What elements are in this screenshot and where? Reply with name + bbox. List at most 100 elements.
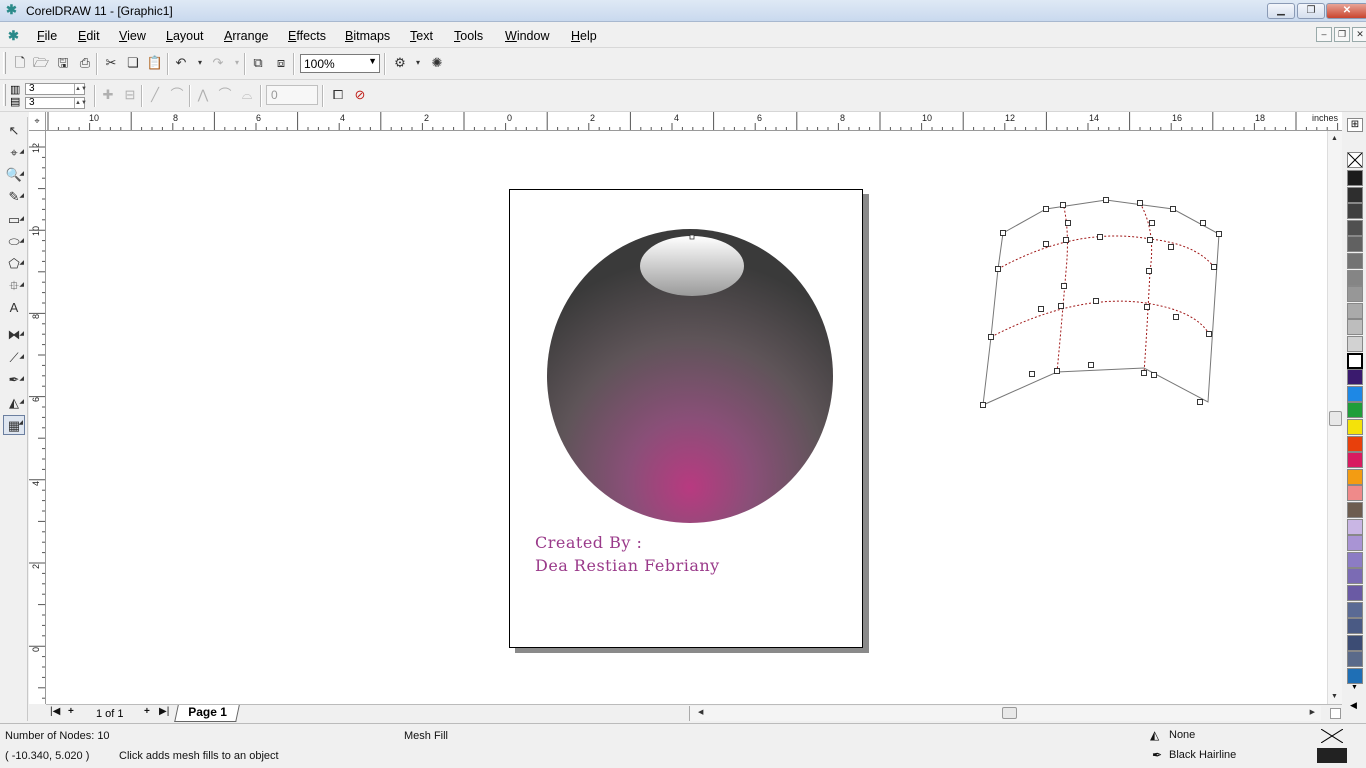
toolbar-grip[interactable] xyxy=(3,52,6,74)
palette-swatch[interactable] xyxy=(1347,302,1363,319)
palette-swatch[interactable] xyxy=(1347,634,1363,651)
pick-tool-icon[interactable]: ↖ xyxy=(3,121,25,141)
zoom-level-select[interactable]: 100% ▼ xyxy=(300,54,380,73)
first-page-button[interactable]: |◀ xyxy=(50,706,60,717)
corel-online-icon[interactable]: ✺ xyxy=(427,53,447,73)
fill-tool-icon[interactable]: ◭ ◢ xyxy=(3,393,25,413)
mesh-node[interactable] xyxy=(1197,399,1203,405)
palette-swatch[interactable] xyxy=(1347,219,1363,236)
import-icon[interactable]: ⧉ xyxy=(248,53,268,73)
drawing-canvas[interactable]: Created By : Dea Restian Febriany xyxy=(46,131,1327,704)
sphere-highlight[interactable] xyxy=(640,236,744,296)
menu-bitmaps[interactable]: Bitmaps xyxy=(345,29,390,43)
eyedropper-tool-icon[interactable]: ⟋ ◢ xyxy=(3,348,25,368)
mesh-node[interactable] xyxy=(1061,283,1067,289)
credit-text[interactable]: Created By : Dea Restian Febriany xyxy=(535,531,720,577)
mesh-node[interactable] xyxy=(1038,306,1044,312)
convert-to-line-icon[interactable]: ╱ xyxy=(145,85,165,105)
navigator-button[interactable] xyxy=(1330,708,1341,719)
mesh-node[interactable] xyxy=(1065,220,1071,226)
add-page-after-button[interactable]: + xyxy=(144,706,150,717)
palette-swatch[interactable] xyxy=(1347,518,1363,535)
menu-arrange[interactable]: Arrange xyxy=(224,29,268,43)
close-button[interactable]: ✕ xyxy=(1326,3,1366,19)
mesh-node[interactable] xyxy=(1147,237,1153,243)
mesh-node[interactable] xyxy=(1103,197,1109,203)
open-icon[interactable]: 🗁 xyxy=(31,53,51,73)
mesh-node[interactable] xyxy=(1063,237,1069,243)
palette-swatch[interactable] xyxy=(1347,585,1363,601)
mesh-node[interactable] xyxy=(1093,298,1099,304)
scroll-left-icon[interactable]: ◀ xyxy=(698,708,703,716)
cut-icon[interactable]: ✂ xyxy=(101,53,121,73)
page-tab[interactable]: Page 1 xyxy=(174,705,240,722)
vertical-ruler[interactable]: 12 10 8 6 4 2 0 inches xyxy=(29,131,46,704)
palette-swatch[interactable] xyxy=(1347,601,1363,618)
copy-icon[interactable]: ❏ xyxy=(123,53,143,73)
doc-restore-button[interactable]: ❐ xyxy=(1334,27,1350,42)
shape-tool-icon[interactable]: ⌖ ◢ xyxy=(3,143,25,163)
palette-expand-icon[interactable]: ◀ xyxy=(1350,700,1357,711)
menu-window[interactable]: Window xyxy=(505,29,549,43)
menu-file[interactable]: File xyxy=(37,29,57,43)
add-page-before-button[interactable]: + xyxy=(68,706,74,717)
mesh-node[interactable] xyxy=(1170,206,1176,212)
interactive-blend-tool-icon[interactable]: ⧓ ◢ xyxy=(3,325,25,345)
mesh-fill-tool-icon[interactable]: ▦ ◢ xyxy=(3,415,25,435)
palette-swatch[interactable] xyxy=(1347,385,1363,402)
mesh-node[interactable] xyxy=(1144,304,1150,310)
palette-swatch[interactable] xyxy=(1347,269,1363,286)
outline-tool-icon[interactable]: ✒ ◢ xyxy=(3,370,25,390)
menu-text[interactable]: Text xyxy=(410,29,433,43)
mesh-node[interactable] xyxy=(1058,303,1064,309)
menu-layout[interactable]: Layout xyxy=(166,29,204,43)
mesh-node[interactable] xyxy=(1216,231,1222,237)
basic-shapes-tool-icon[interactable]: ⯐ ◢ xyxy=(3,276,25,296)
export-icon[interactable]: ⧈ xyxy=(271,53,291,73)
text-tool-icon[interactable]: A xyxy=(3,298,25,318)
mesh-node[interactable] xyxy=(1029,371,1035,377)
ellipse-tool-icon[interactable]: ⬭ ◢ xyxy=(3,232,25,252)
mesh-node[interactable] xyxy=(1054,368,1060,374)
palette-swatch[interactable] xyxy=(1347,286,1363,303)
scroll-up-icon[interactable]: ▲ xyxy=(1331,135,1338,142)
rectangle-tool-icon[interactable]: ▭ ◢ xyxy=(3,210,25,230)
palette-swatch[interactable] xyxy=(1347,369,1363,386)
palette-swatch[interactable] xyxy=(1347,419,1363,435)
mesh-node[interactable] xyxy=(1088,362,1094,368)
scroll-right-icon[interactable]: ▶ xyxy=(1310,708,1315,716)
rows-spin-icon[interactable]: ▲▼ xyxy=(74,98,87,108)
convert-to-curve-icon[interactable]: ⌒ xyxy=(167,85,187,105)
zoom-dropdown-icon[interactable]: ▼ xyxy=(368,56,377,66)
paste-icon[interactable]: 📋 xyxy=(145,53,165,73)
palette-swatch[interactable] xyxy=(1347,468,1363,485)
palette-swatch[interactable] xyxy=(1347,668,1363,684)
palette-swatch[interactable] xyxy=(1347,485,1363,502)
freehand-tool-icon[interactable]: ✎ ◢ xyxy=(3,187,25,207)
palette-swatch[interactable] xyxy=(1347,551,1363,568)
palette-swatch[interactable] xyxy=(1347,435,1363,452)
mesh-node[interactable] xyxy=(1141,370,1147,376)
cusp-node-icon[interactable]: ⋀ xyxy=(193,85,213,105)
redo-icon[interactable]: ↷ xyxy=(208,53,228,73)
mesh-node[interactable] xyxy=(1149,220,1155,226)
menu-help[interactable]: Help xyxy=(571,29,597,43)
clear-mesh-icon[interactable]: ⊘ xyxy=(350,85,370,105)
palette-swatch[interactable] xyxy=(1347,336,1363,352)
menu-tools[interactable]: Tools xyxy=(454,29,483,43)
mesh-node[interactable] xyxy=(980,402,986,408)
horizontal-scrollbar[interactable]: ◀ ▶ xyxy=(689,706,1321,721)
symmetrical-node-icon[interactable]: ⌓ xyxy=(237,85,257,105)
scroll-down-icon[interactable]: ▼ xyxy=(1331,693,1338,700)
mesh-node[interactable] xyxy=(1211,264,1217,270)
palette-scroll-down-icon[interactable]: ▼ xyxy=(1351,684,1358,691)
document-icon[interactable]: ✱ xyxy=(8,28,19,44)
mesh-node[interactable] xyxy=(1146,268,1152,274)
no-fill-swatch[interactable] xyxy=(1347,152,1363,168)
mesh-node[interactable] xyxy=(1200,220,1206,226)
mesh-node[interactable] xyxy=(1137,200,1143,206)
new-icon[interactable]: 🗋 xyxy=(10,53,30,73)
palette-swatch[interactable] xyxy=(1347,236,1363,253)
curve-smoothness-input[interactable]: 0 xyxy=(266,85,318,105)
polygon-tool-icon[interactable]: ⬠ ◢ xyxy=(3,254,25,274)
